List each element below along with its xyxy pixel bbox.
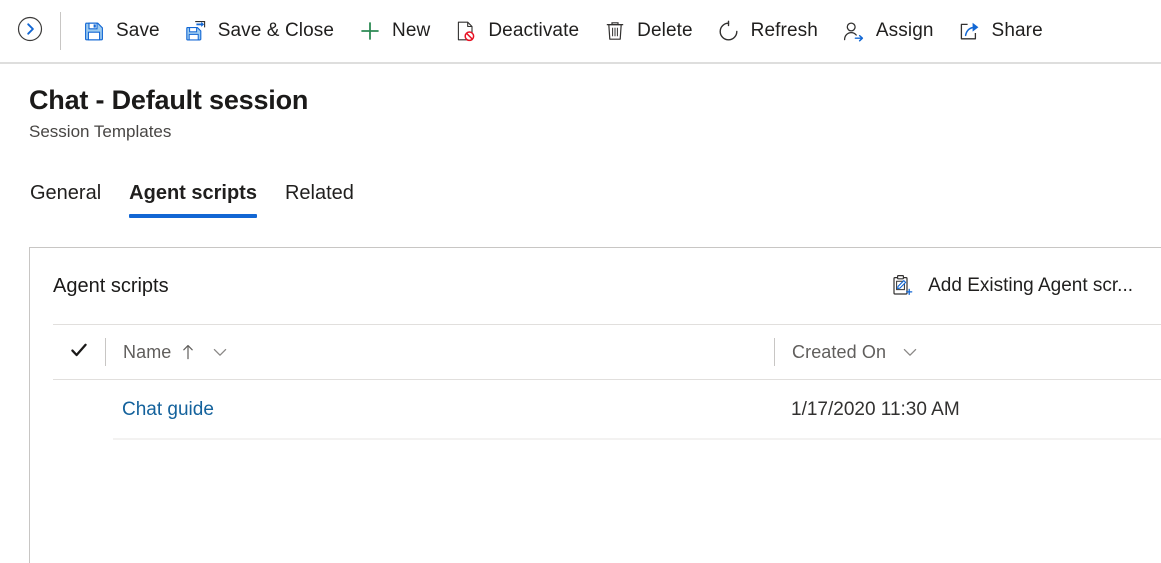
- tab-list: General Agent scripts Related: [28, 180, 368, 218]
- new-button[interactable]: New: [346, 0, 442, 62]
- chevron-right-circle-icon: [16, 15, 44, 48]
- clipboard-edit-plus-icon: [890, 274, 914, 298]
- column-header-created-on-menu-chevron-down-icon[interactable]: [900, 342, 920, 362]
- column-header-created-on[interactable]: Created On: [775, 325, 920, 379]
- assign-button-label: Assign: [875, 20, 934, 41]
- column-header-name-label: Name: [123, 341, 172, 362]
- plus-icon: [358, 19, 382, 43]
- select-all-checkbox[interactable]: [53, 340, 105, 365]
- page-header: Chat - Default session Session Templates: [29, 84, 308, 143]
- share-button[interactable]: Share: [946, 0, 1055, 62]
- expand-collapse-button[interactable]: [0, 0, 60, 62]
- trash-icon: [603, 19, 627, 43]
- row-link-chat-guide[interactable]: Chat guide: [122, 399, 214, 421]
- add-existing-agent-script-label: Add Existing Agent scr...: [928, 275, 1133, 296]
- save-button[interactable]: Save: [70, 0, 172, 62]
- save-and-close-button-label: Save & Close: [217, 20, 335, 41]
- deactivate-button-label: Deactivate: [488, 20, 580, 41]
- add-existing-agent-script-button[interactable]: Add Existing Agent scr...: [884, 268, 1137, 304]
- checkmark-icon: [69, 340, 89, 365]
- tab-agent-scripts-label: Agent scripts: [129, 182, 257, 204]
- column-header-name-menu-chevron-down-icon[interactable]: [210, 342, 230, 362]
- save-and-close-button[interactable]: Save & Close: [172, 0, 346, 62]
- deactivate-button[interactable]: Deactivate: [442, 0, 591, 62]
- refresh-button-label: Refresh: [750, 20, 818, 41]
- assign-button[interactable]: Assign: [830, 0, 946, 62]
- panel-header: Agent scripts Add Existing Agent scr...: [30, 248, 1161, 324]
- delete-button-label: Delete: [637, 20, 693, 41]
- deactivate-page-blocked-icon: [454, 19, 478, 43]
- page-subtitle: Session Templates: [29, 122, 172, 141]
- row-cell-name: Chat guide: [105, 399, 773, 421]
- row-cell-created-on: 1/17/2020 11:30 AM: [791, 399, 960, 420]
- panel-title: Agent scripts: [53, 274, 169, 297]
- tab-general[interactable]: General: [28, 180, 115, 218]
- agent-scripts-panel: Agent scripts Add Existing Agent scr...: [29, 247, 1161, 563]
- tab-related-label: Related: [284, 182, 354, 204]
- command-bar: Save Save & Close New Deactivate Delete …: [0, 0, 1161, 64]
- save-and-close-icon: [184, 19, 208, 43]
- save-button-label: Save: [116, 20, 160, 41]
- delete-button[interactable]: Delete: [591, 0, 705, 62]
- table-row[interactable]: Chat guide 1/17/2020 11:30 AM: [53, 380, 1161, 440]
- page-title: Chat - Default session: [29, 85, 309, 115]
- share-button-label: Share: [991, 20, 1043, 41]
- arrow-up-icon: [180, 343, 196, 361]
- assign-person-arrow-icon: [842, 19, 866, 43]
- column-header-created-on-label: Created On: [792, 341, 887, 362]
- tab-general-label: General: [30, 182, 102, 204]
- app-root: Save Save & Close New Deactivate Delete …: [0, 0, 1161, 563]
- tab-agent-scripts[interactable]: Agent scripts: [115, 180, 271, 218]
- new-button-label: New: [392, 20, 431, 41]
- save-floppy-icon: [82, 19, 106, 43]
- refresh-button[interactable]: Refresh: [705, 0, 830, 62]
- command-bar-divider: [60, 12, 61, 50]
- column-header-name[interactable]: Name: [106, 325, 774, 379]
- share-arrow-icon: [958, 19, 982, 43]
- refresh-circular-arrow-icon: [717, 19, 741, 43]
- grid-header-row: Name Created On: [53, 324, 1161, 380]
- tab-related[interactable]: Related: [271, 180, 368, 218]
